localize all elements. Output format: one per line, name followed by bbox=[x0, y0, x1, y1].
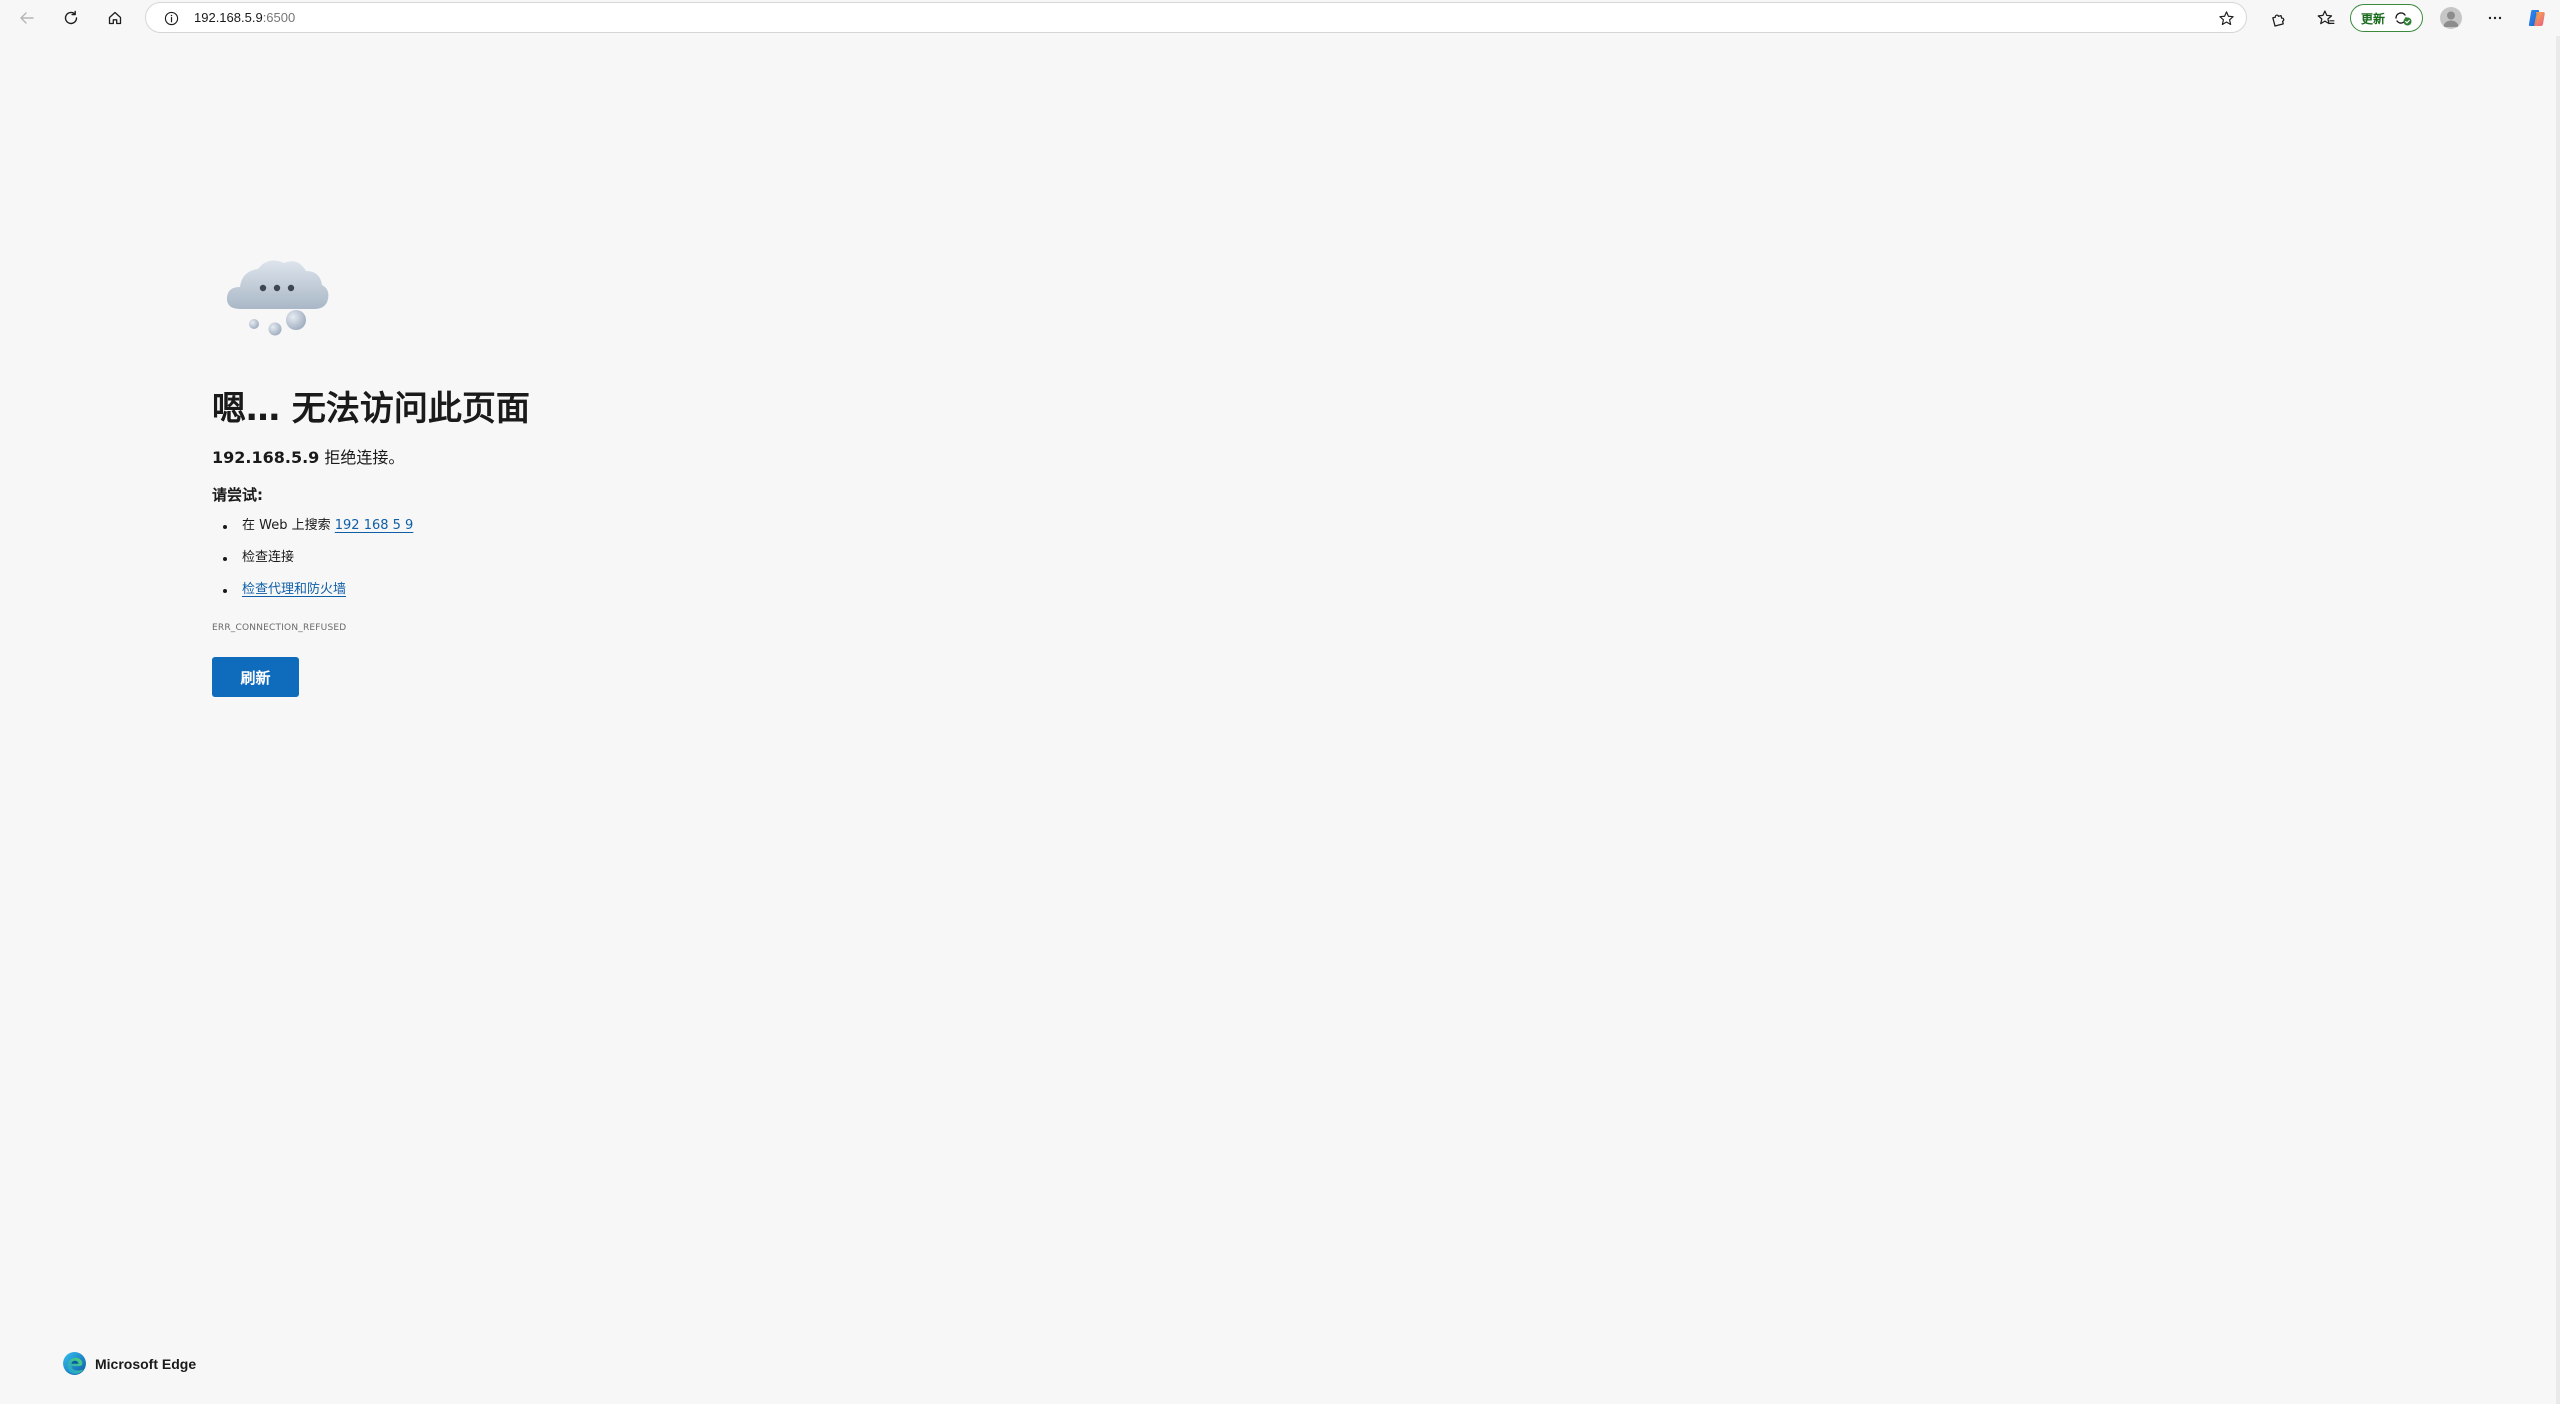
window-right-edge bbox=[2556, 36, 2560, 1404]
url-text[interactable]: 192.168.5.9:6500 bbox=[194, 10, 295, 25]
edge-logo-icon bbox=[63, 1352, 86, 1375]
error-desc-suffix: 拒绝连接。 bbox=[319, 448, 405, 467]
refresh-button[interactable]: 刷新 bbox=[212, 657, 299, 697]
site-info-icon[interactable] bbox=[162, 9, 180, 27]
copilot-button[interactable] bbox=[2522, 3, 2552, 33]
error-code: ERR_CONNECTION_REFUSED bbox=[212, 623, 347, 633]
cloud-illustration-icon bbox=[226, 260, 329, 336]
profile-avatar[interactable] bbox=[2440, 7, 2462, 29]
footer-brand: Microsoft Edge bbox=[62, 1351, 196, 1376]
update-button[interactable]: 更新 bbox=[2350, 4, 2423, 32]
try-label: 请尝试: bbox=[212, 486, 263, 504]
error-host: 192.168.5.9 bbox=[212, 448, 320, 467]
add-favorite-button[interactable] bbox=[2216, 8, 2236, 28]
error-description: 192.168.5.9 拒绝连接。 bbox=[212, 444, 404, 468]
suggestion-check-connection: 检查连接 bbox=[212, 546, 413, 578]
suggestion-search: 在 Web 上搜索 192 168 5 9 bbox=[212, 514, 413, 546]
check-proxy-firewall-link[interactable]: 检查代理和防火墙 bbox=[242, 582, 346, 597]
check-connection-text: 检查连接 bbox=[242, 550, 295, 565]
favorites-star-icon bbox=[2317, 10, 2335, 25]
ellipsis-icon bbox=[2488, 16, 2502, 20]
address-bar[interactable]: 192.168.5.9:6500 bbox=[145, 2, 2247, 33]
error-page: 嗯… 无法访问此页面 192.168.5.9 拒绝连接。 请尝试: 在 Web … bbox=[0, 36, 2560, 1404]
url-host: 192.168.5.9 bbox=[194, 10, 263, 25]
suggestion-search-prefix: 在 Web 上搜索 bbox=[242, 518, 335, 533]
copilot-icon bbox=[2528, 10, 2545, 26]
footer-brand-text: Microsoft Edge bbox=[95, 1355, 197, 1372]
search-web-link[interactable]: 192 168 5 9 bbox=[335, 518, 414, 533]
person-icon bbox=[2443, 11, 2459, 27]
suggestion-list: 在 Web 上搜索 192 168 5 9 检查连接 检查代理和防火墙 bbox=[212, 514, 413, 610]
favorites-button[interactable] bbox=[2311, 3, 2341, 33]
browser-toolbar: 192.168.5.9:6500 更新 bbox=[0, 0, 2560, 36]
home-icon bbox=[108, 11, 122, 25]
arrow-left-icon bbox=[20, 12, 34, 24]
home-button[interactable] bbox=[100, 3, 130, 33]
star-outline-icon bbox=[2218, 10, 2234, 25]
error-title: 嗯… 无法访问此页面 bbox=[212, 389, 530, 429]
back-button[interactable] bbox=[12, 3, 42, 33]
reload-icon bbox=[64, 10, 78, 25]
puzzle-icon bbox=[2271, 14, 2284, 27]
settings-more-button[interactable] bbox=[2480, 3, 2510, 33]
extensions-button[interactable] bbox=[2263, 3, 2293, 33]
suggestion-proxy: 检查代理和防火墙 bbox=[212, 578, 413, 610]
update-status-icon bbox=[2395, 12, 2412, 26]
url-port: :6500 bbox=[262, 10, 296, 25]
update-label: 更新 bbox=[2361, 11, 2386, 26]
reload-button[interactable] bbox=[56, 3, 86, 33]
